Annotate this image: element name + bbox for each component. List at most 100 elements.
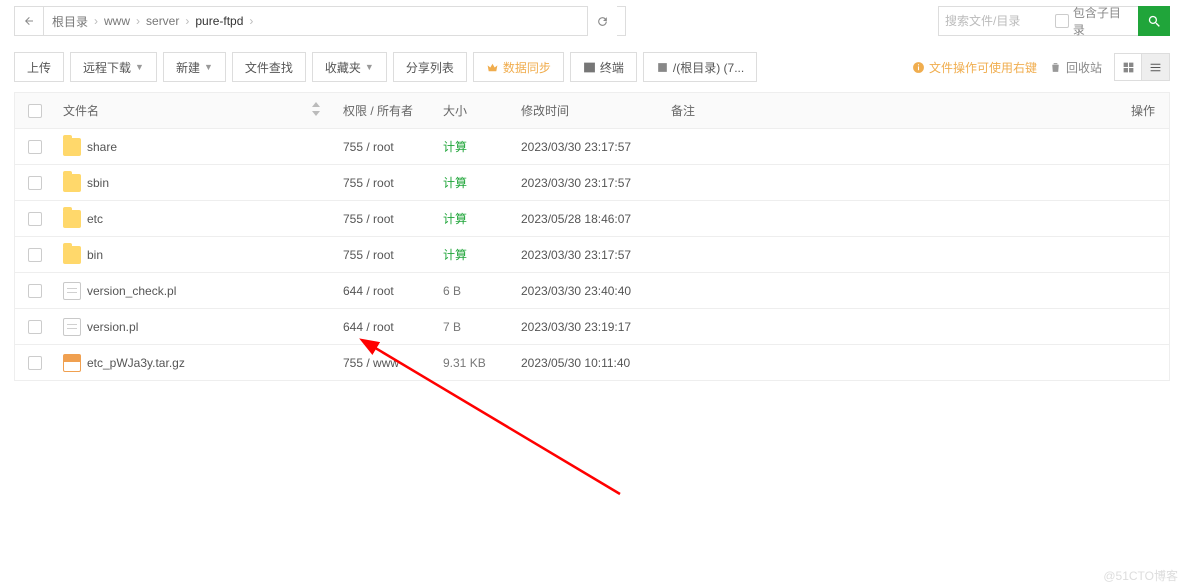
table-row[interactable]: version.pl 644 / root 7 B 2023/03/30 23:19:… — [15, 309, 1169, 345]
file-icon — [63, 318, 81, 336]
path-title-button[interactable]: /(根目录) (7... — [643, 52, 757, 82]
file-name[interactable]: etc — [87, 212, 103, 226]
info-icon — [912, 61, 925, 74]
file-name[interactable]: version.pl — [87, 320, 138, 334]
table-row[interactable]: sbin 755 / root 计算 2023/03/30 23:17:57 — [15, 165, 1169, 201]
search-bar: 包含子目录 — [938, 6, 1170, 36]
breadcrumb-item-current[interactable]: pure-ftpd — [195, 14, 243, 28]
share-list-button[interactable]: 分享列表 — [393, 52, 467, 82]
include-subdir-toggle[interactable]: 包含子目录 — [1055, 4, 1132, 38]
search-button[interactable] — [1138, 6, 1170, 36]
checkbox-icon[interactable] — [1055, 14, 1069, 28]
file-size: 6 B — [443, 284, 461, 298]
table-row[interactable]: version_check.pl644 / root6 B2023/03/30 … — [15, 273, 1169, 309]
row-checkbox[interactable] — [28, 320, 42, 334]
row-checkbox[interactable] — [28, 212, 42, 226]
crown-icon — [486, 61, 499, 74]
back-button[interactable] — [14, 6, 44, 36]
data-sync-button[interactable]: 数据同步 — [473, 52, 564, 82]
col-ops: 操作 — [1109, 102, 1169, 119]
arrow-left-icon — [23, 15, 35, 27]
file-perm[interactable]: 755 / www — [335, 356, 435, 370]
search-box: 包含子目录 — [938, 6, 1138, 36]
recycle-bin-button[interactable]: 回收站 — [1049, 59, 1102, 76]
file-mtime: 2023/05/30 10:11:40 — [513, 356, 663, 370]
table-header: 文件名 权限 / 所有者 大小 修改时间 备注 操作 — [15, 93, 1169, 129]
chevron-right-icon: › — [179, 14, 195, 28]
file-mtime: 2023/03/30 23:17:57 — [513, 176, 663, 190]
find-button[interactable]: 文件查找 — [232, 52, 306, 82]
file-size[interactable]: 计算 — [443, 174, 467, 191]
breadcrumb-item[interactable]: 根目录 — [52, 13, 88, 30]
row-checkbox[interactable] — [28, 356, 42, 370]
new-button[interactable]: 新建▼ — [163, 52, 226, 82]
table-row[interactable]: etc 755 / root 计算 2023/05/28 18:46:07 — [15, 201, 1169, 237]
sort-icon — [311, 102, 321, 119]
breadcrumb-item[interactable]: server — [146, 14, 179, 28]
right-click-hint: 文件操作可使用右键 — [912, 59, 1037, 76]
table-row[interactable]: etc_pWJa3y.tar.gz 755 / www 9.31 KB 2023/05… — [15, 345, 1169, 381]
table-row[interactable]: share 755 / root 计算 2023/03/30 23:17:57 — [15, 129, 1169, 165]
refresh-button[interactable] — [587, 6, 617, 36]
row-checkbox[interactable] — [28, 140, 42, 154]
file-name[interactable]: etc_pWJa3y.tar.gz — [87, 356, 185, 370]
chevron-down-icon: ▼ — [365, 62, 374, 72]
select-all-checkbox[interactable] — [28, 104, 42, 118]
file-size[interactable]: 计算 — [443, 138, 467, 155]
row-checkbox[interactable] — [28, 248, 42, 262]
file-size[interactable]: 计算 — [443, 246, 467, 263]
col-mtime[interactable]: 修改时间 — [513, 102, 663, 119]
upload-button[interactable]: 上传 — [14, 52, 64, 82]
search-input[interactable] — [945, 14, 1055, 28]
file-mtime: 2023/05/28 18:46:07 — [513, 212, 663, 226]
file-perm[interactable]: 755 / root — [335, 176, 435, 190]
terminal-button[interactable]: 终端 — [570, 52, 637, 82]
file-perm[interactable]: 644 / root — [335, 284, 435, 298]
file-size: 7 B — [443, 320, 461, 334]
file-perm[interactable]: 755 / root — [335, 140, 435, 154]
file-mtime: 2023/03/30 23:17:57 — [513, 140, 663, 154]
file-name[interactable]: share — [87, 140, 117, 154]
row-checkbox[interactable] — [28, 284, 42, 298]
folder-icon — [63, 246, 81, 264]
breadcrumb-path[interactable]: 根目录 › www › server › pure-ftpd › — [44, 6, 626, 36]
file-perm[interactable]: 755 / root — [335, 212, 435, 226]
col-size[interactable]: 大小 — [435, 102, 513, 119]
folder-icon — [63, 174, 81, 192]
file-name[interactable]: bin — [87, 248, 103, 262]
file-perm[interactable]: 644 / root — [335, 320, 435, 334]
view-toggle — [1114, 53, 1170, 81]
row-checkbox[interactable] — [28, 176, 42, 190]
favorites-button[interactable]: 收藏夹▼ — [312, 52, 387, 82]
view-list-button[interactable] — [1142, 53, 1170, 81]
breadcrumb: 根目录 › www › server › pure-ftpd › — [14, 6, 626, 36]
col-perm[interactable]: 权限 / 所有者 — [335, 102, 435, 119]
toolbar: 上传 远程下载▼ 新建▼ 文件查找 收藏夹▼ 分享列表 数据同步 终端 /(根目… — [0, 42, 1184, 92]
file-size: 9.31 KB — [443, 356, 486, 370]
file-size[interactable]: 计算 — [443, 210, 467, 227]
file-mtime: 2023/03/30 23:17:57 — [513, 248, 663, 262]
breadcrumb-item[interactable]: www — [104, 14, 130, 28]
chevron-down-icon: ▼ — [204, 62, 213, 72]
watermark: @51CTO博客 — [1103, 567, 1178, 584]
file-perm[interactable]: 755 / root — [335, 248, 435, 262]
view-grid-button[interactable] — [1114, 53, 1142, 81]
grid-icon — [1122, 61, 1135, 74]
folder-icon — [63, 138, 81, 156]
search-icon — [1147, 14, 1162, 29]
chevron-down-icon: ▼ — [135, 62, 144, 72]
trash-icon — [1049, 61, 1062, 74]
col-note: 备注 — [663, 102, 1109, 119]
folder-icon — [63, 210, 81, 228]
remote-download-button[interactable]: 远程下载▼ — [70, 52, 157, 82]
table-row[interactable]: bin 755 / root 计算 2023/03/30 23:17:57 — [15, 237, 1169, 273]
col-name[interactable]: 文件名 — [55, 102, 335, 119]
chevron-right-icon: › — [130, 14, 146, 28]
file-name[interactable]: version_check.pl — [87, 284, 176, 298]
refresh-icon — [596, 15, 609, 28]
file-table: 文件名 权限 / 所有者 大小 修改时间 备注 操作 share 755 / ro… — [14, 92, 1170, 381]
list-icon — [1149, 61, 1162, 74]
file-name[interactable]: sbin — [87, 176, 109, 190]
file-mtime: 2023/03/30 23:19:17 — [513, 320, 663, 334]
file-icon — [63, 282, 81, 300]
